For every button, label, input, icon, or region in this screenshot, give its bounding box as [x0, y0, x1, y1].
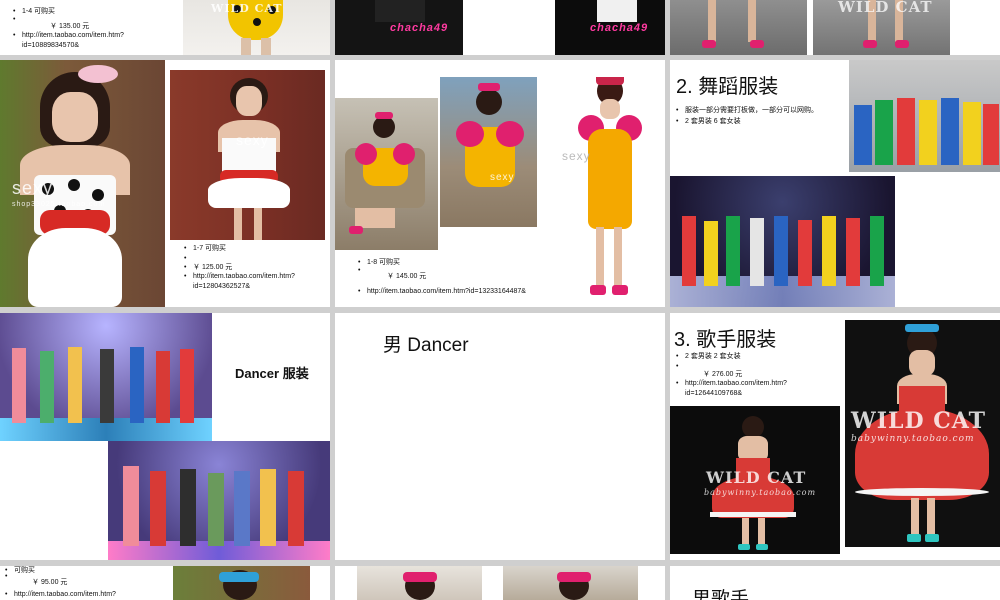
sexy-watermark: sexy — [490, 172, 515, 183]
product-photo — [173, 566, 310, 600]
product-photo-large: sexy shop33025.taobao.com — [0, 60, 165, 307]
bullet-line: • 2 套男装 2 套女装 — [676, 353, 741, 360]
dancer-group-photo — [0, 313, 212, 441]
wildcat-watermark: WILD CAT — [211, 2, 283, 15]
product-photo: WILD CAT — [183, 0, 330, 55]
slide-r4c1[interactable]: • 可购买 • ￥ 95.00 元 • http://item.taobao.com… — [0, 566, 330, 600]
product-photo: chacha49 — [555, 0, 665, 55]
sexy-watermark: sexy — [562, 149, 591, 163]
dance-stage-photo — [670, 176, 895, 307]
item-label: • 1-8 可购买 — [358, 259, 401, 266]
slide-title: 男歌手 — [692, 589, 750, 600]
slide-r2c2[interactable]: sexy sexy • 1-8 可购买 • ￥ 145.00 元 • http://… — [335, 60, 665, 307]
product-photo — [503, 566, 638, 600]
slide-title: 2. 舞蹈服装 — [676, 76, 779, 98]
slide-r3c3[interactable]: 3. 歌手服装 • 2 套男装 2 套女装 • ￥ 276.00 元 • http:… — [670, 313, 1000, 560]
slide-r3c1[interactable]: Dancer 服装 — [0, 313, 330, 560]
item-url[interactable]: • http://item.taobao.com/item.htm?id=1280… — [184, 272, 318, 292]
slide-r1c1[interactable]: • 1-4 可购买 • ￥ 135.00 元 • http://item.taoba… — [0, 0, 330, 55]
product-photo: sexy — [440, 77, 537, 227]
chacha-watermark: chacha49 — [590, 22, 649, 34]
slide-r2c3[interactable]: 2. 舞蹈服装 • 服装一部分需要打板做，一部分可以网购。 • 2 套男装 6 套女… — [670, 60, 1000, 307]
item-url[interactable]: • http://item.taobao.com/item.htm?id=1323… — [358, 287, 526, 297]
item-url[interactable]: • http://item.taobao.com/item.htm?id=1088… — [13, 31, 172, 51]
slide-r4c2[interactable] — [335, 566, 665, 600]
wildcat-watermark-sub: babywinny.taobao.com — [704, 488, 817, 497]
slide-r1c2[interactable]: chacha49 chacha49 — [335, 0, 665, 55]
dancer-group-photo — [108, 441, 330, 560]
item-label: • 1-4 可购买 — [13, 8, 56, 15]
bullet-line: • 服装一部分需要打板做，一部分可以网购。 — [676, 107, 818, 114]
product-photo — [670, 0, 807, 55]
slide-r4c3[interactable]: 男歌手 — [670, 566, 1000, 600]
item-url[interactable]: • http://item.taobao.com/item.htm? — [5, 590, 116, 600]
price: ￥ 95.00 元 — [32, 579, 68, 586]
dance-group-photo — [849, 60, 1000, 172]
slide-r2c1[interactable]: sexy shop33025.taobao.com sexy • 1-7 可购买 … — [0, 60, 330, 307]
product-photo: sexy — [170, 70, 325, 240]
slide-title: 男 Dancer — [383, 335, 469, 356]
slide-r1c3[interactable]: WILD CAT — [670, 0, 1000, 55]
chacha-watermark: chacha49 — [390, 22, 449, 34]
product-photo: WILD CAT — [813, 0, 950, 55]
bullet-line: • 2 套男装 6 套女装 — [676, 118, 741, 125]
price: ￥ 145.00 元 — [387, 273, 427, 280]
product-photo — [335, 98, 438, 250]
sexy-watermark-sub: shop33025.taobao.com — [12, 201, 106, 208]
item-label: • 可购买 — [5, 567, 35, 574]
product-photo: sexy — [540, 77, 665, 305]
slide-title: 3. 歌手服装 — [674, 329, 777, 351]
singer-dress-photo: WILD CAT babywinny.taobao.com — [670, 406, 840, 554]
item-label: • 1-7 可购买 — [184, 245, 227, 252]
product-photo — [357, 566, 482, 600]
slide-caption: Dancer 服装 — [235, 366, 309, 381]
wildcat-watermark: WILD CAT — [706, 468, 807, 487]
wildcat-watermark: WILD CAT — [838, 0, 933, 16]
wildcat-watermark-sub: babywinny.taobao.com — [851, 434, 975, 444]
sexy-watermark: sexy — [236, 132, 269, 148]
slide-r3c2[interactable]: 男 Dancer — [335, 313, 665, 560]
wildcat-watermark: WILD CAT — [851, 408, 986, 434]
singer-dress-photo: WILD CAT babywinny.taobao.com — [845, 320, 1000, 547]
product-photo: chacha49 — [335, 0, 463, 55]
item-url[interactable]: • http://item.taobao.com/item.htm?id=1264… — [676, 379, 815, 399]
sexy-watermark: sexy — [12, 178, 54, 198]
